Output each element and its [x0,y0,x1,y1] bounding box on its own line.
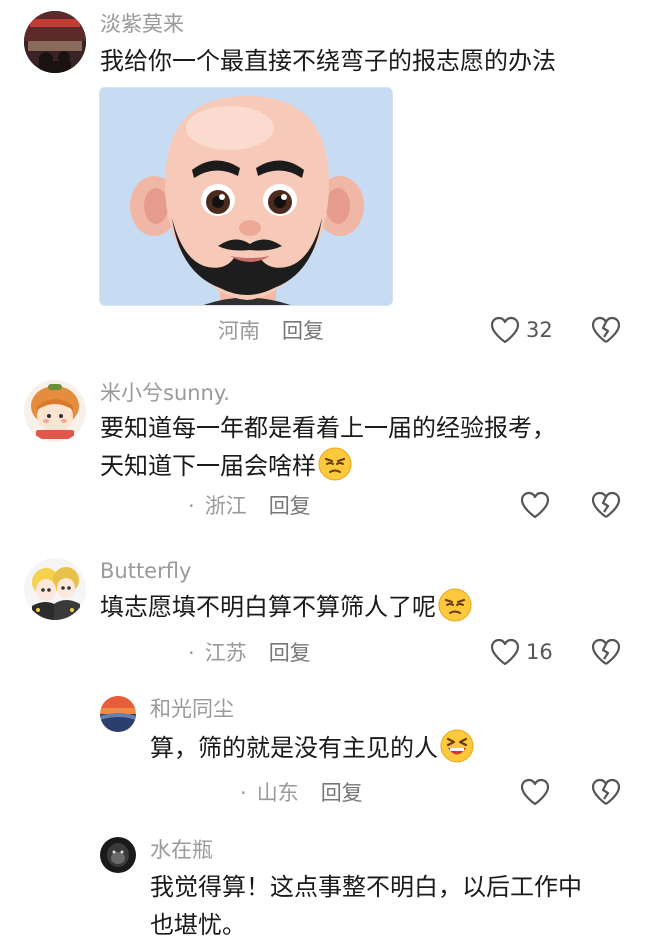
heart-outline-icon [490,316,520,344]
comment-item: 米小兮sunny. 要知道每一年都是看着上一届的经验报考， 天知道下一届会啥样 … [0,375,669,525]
comment-item: 淡紫莫来 我给你一个最直接不绕弯子的报志愿的办法 河南 回复 32 [0,0,669,360]
username[interactable]: 淡紫莫来 [100,11,184,37]
comment-text-line: 我觉得算！这点事整不明白，以后工作中 [150,873,582,901]
avatar[interactable] [24,11,86,73]
comment-meta: 河南 回复 [218,318,324,344]
broken-heart-icon [591,316,621,343]
reply-button[interactable]: 回复 [269,494,311,518]
username[interactable]: 和光同尘 [150,696,234,722]
comment-text: 算，筛的就是没有主见的人 [150,729,474,767]
reply-button[interactable]: 回复 [321,781,363,805]
dislike-button[interactable] [591,491,621,523]
comment-text-line: 要知道每一年都是看着上一届的经验报考， [100,414,556,442]
heart-outline-icon [490,638,520,666]
comment-image[interactable] [99,87,393,306]
broken-heart-icon [591,638,621,665]
like-count: 32 [526,318,553,342]
comment-text-line: 天知道下一届会啥样 [100,447,556,485]
like-button[interactable] [520,491,550,519]
comment-text: 我觉得算！这点事整不明白，以后工作中 也堪忧。 [150,868,582,944]
comment-text-line: 也堪忧。 [150,911,246,939]
broken-heart-icon [591,778,621,805]
reply-button[interactable]: 回复 [269,641,311,665]
avatar[interactable] [24,380,86,442]
dislike-button[interactable] [591,778,621,810]
smirk-emoji [438,588,472,622]
avatar[interactable] [100,696,136,732]
reply-button[interactable]: 回复 [282,319,324,343]
reply-item: 和光同尘 算，筛的就是没有主见的人 · 山东 回复 [0,692,669,822]
comment-meta: · 江苏 回复 [188,641,311,665]
comment-meta: · 山东 回复 [240,781,363,805]
location: 江苏 [204,641,247,665]
username[interactable]: Butterfly [100,558,191,584]
username[interactable]: 米小兮sunny. [100,380,230,406]
avatar[interactable] [24,558,86,620]
comment-meta: · 浙江 回复 [188,494,311,518]
reply-item: 水在瓶 我觉得算！这点事整不明白，以后工作中 也堪忧。 [0,833,669,939]
squinting-laugh-emoji [440,729,474,763]
heart-outline-icon [520,778,550,806]
avatar-emoji-bald-man-with-beard [100,88,392,305]
like-button[interactable] [520,778,550,806]
username[interactable]: 水在瓶 [150,837,213,863]
avatar[interactable] [100,837,136,873]
location: 河南 [218,319,260,343]
location: 山东 [256,781,299,805]
comment-item: Butterfly 填志愿填不明白算不算筛人了呢 · 江苏 回复 16 [0,553,669,683]
dislike-button[interactable] [591,638,621,670]
heart-outline-icon [520,491,550,519]
dislike-button[interactable] [591,316,621,348]
comment-text: 填志愿填不明白算不算筛人了呢 [100,588,472,626]
smirk-emoji [318,447,352,481]
location: 浙江 [204,494,247,518]
comment-text: 我给你一个最直接不绕弯子的报志愿的办法 [100,47,556,75]
like-button[interactable]: 32 [490,316,553,344]
like-count: 16 [526,640,553,664]
broken-heart-icon [591,491,621,518]
like-button[interactable]: 16 [490,638,553,666]
comment-text: 要知道每一年都是看着上一届的经验报考， 天知道下一届会啥样 [100,409,556,485]
